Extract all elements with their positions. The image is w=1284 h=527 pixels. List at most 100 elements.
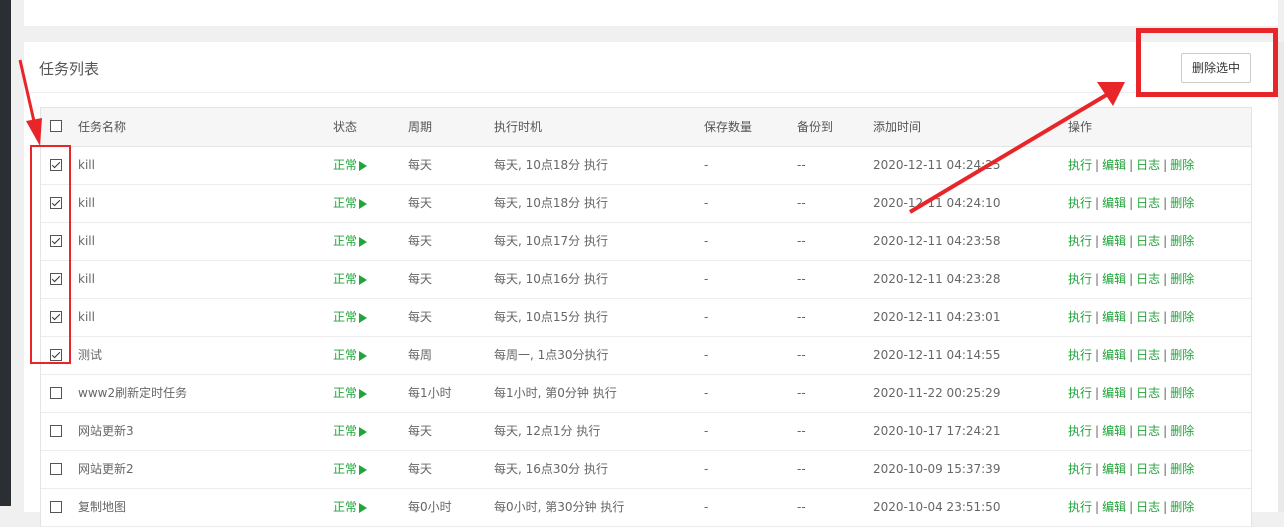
cell-add-time: 2020-12-11 04:23:58: [873, 234, 1001, 248]
cell-cycle: 每天: [408, 310, 433, 324]
row-actions: 执行 | 编辑 | 日志 | 删除: [1068, 261, 1194, 298]
log-link[interactable]: 日志: [1136, 234, 1160, 248]
cell-status[interactable]: 正常: [333, 375, 368, 412]
edit-link[interactable]: 编辑: [1102, 234, 1126, 248]
log-link[interactable]: 日志: [1136, 348, 1160, 362]
cell-backup-to: --: [797, 234, 806, 248]
cell-status[interactable]: 正常: [333, 489, 368, 526]
edit-link[interactable]: 编辑: [1102, 158, 1126, 172]
cell-exec-time: 每1小时, 第0分钟 执行: [494, 386, 617, 400]
delete-link[interactable]: 删除: [1170, 462, 1194, 476]
run-link[interactable]: 执行: [1068, 234, 1092, 248]
cell-add-time: 2020-12-11 04:24:10: [873, 196, 1001, 210]
run-link[interactable]: 执行: [1068, 158, 1092, 172]
separator: |: [1095, 348, 1100, 362]
cell-backup-to: --: [797, 462, 806, 476]
separator: |: [1129, 462, 1134, 476]
run-link[interactable]: 执行: [1068, 272, 1092, 286]
cell-add-time: 2020-12-11 04:23:28: [873, 272, 1001, 286]
table-header: 任务名称 状态 周期 执行时机 保存数量 备份到 添加时间 操作: [41, 108, 1251, 147]
cell-keep-count: -: [704, 158, 709, 172]
row-checkbox[interactable]: [50, 425, 62, 437]
log-link[interactable]: 日志: [1136, 272, 1160, 286]
row-actions: 执行 | 编辑 | 日志 | 删除: [1068, 337, 1194, 374]
annotation-checkbox-highlight: [30, 145, 71, 364]
cell-exec-time: 每天, 10点16分 执行: [494, 272, 608, 286]
row-checkbox[interactable]: [50, 387, 62, 399]
scrollbar[interactable]: [1278, 42, 1284, 512]
edit-link[interactable]: 编辑: [1102, 348, 1126, 362]
log-link[interactable]: 日志: [1136, 310, 1160, 324]
edit-link[interactable]: 编辑: [1102, 196, 1126, 210]
edit-link[interactable]: 编辑: [1102, 500, 1126, 514]
side-dark-strip: [0, 0, 11, 506]
run-link[interactable]: 执行: [1068, 196, 1092, 210]
edit-link[interactable]: 编辑: [1102, 424, 1126, 438]
row-checkbox[interactable]: [50, 501, 62, 513]
separator: |: [1129, 310, 1134, 324]
run-link[interactable]: 执行: [1068, 348, 1092, 362]
log-link[interactable]: 日志: [1136, 158, 1160, 172]
cell-name: kill: [78, 196, 95, 210]
cell-name: kill: [78, 272, 95, 286]
cell-name: kill: [78, 234, 95, 248]
cell-add-time: 2020-12-11 04:23:01: [873, 310, 1001, 324]
row-actions: 执行 | 编辑 | 日志 | 删除: [1068, 489, 1194, 526]
cell-status[interactable]: 正常: [333, 413, 368, 450]
cell-status[interactable]: 正常: [333, 451, 368, 488]
cell-add-time: 2020-10-09 15:37:39: [873, 462, 1001, 476]
separator: |: [1095, 500, 1100, 514]
log-link[interactable]: 日志: [1136, 462, 1160, 476]
delete-link[interactable]: 删除: [1170, 500, 1194, 514]
cell-exec-time: 每0小时, 第30分钟 执行: [494, 500, 625, 514]
cell-cycle: 每天: [408, 462, 433, 476]
separator: |: [1129, 272, 1134, 286]
edit-link[interactable]: 编辑: [1102, 272, 1126, 286]
cell-status[interactable]: 正常: [333, 337, 368, 374]
header-status: 状态: [333, 120, 358, 134]
delete-link[interactable]: 删除: [1170, 234, 1194, 248]
log-link[interactable]: 日志: [1136, 500, 1160, 514]
header-ops: 操作: [1068, 120, 1093, 134]
delete-link[interactable]: 删除: [1170, 348, 1194, 362]
header-keep-count: 保存数量: [704, 120, 753, 134]
table-row: 测试 正常 每周 每周一, 1点30分执行 - -- 2020-12-11 04:14:55…: [41, 337, 1251, 375]
edit-link[interactable]: 编辑: [1102, 386, 1126, 400]
edit-link[interactable]: 编辑: [1102, 310, 1126, 324]
row-checkbox[interactable]: [50, 463, 62, 475]
delete-link[interactable]: 删除: [1170, 272, 1194, 286]
table-row: www2刷新定时任务 正常 每1小时 每1小时, 第0分钟 执行 - -- 2020-11-…: [41, 375, 1251, 413]
cell-status[interactable]: 正常: [333, 185, 368, 222]
cell-exec-time: 每天, 10点18分 执行: [494, 158, 608, 172]
delete-link[interactable]: 删除: [1170, 158, 1194, 172]
run-link[interactable]: 执行: [1068, 310, 1092, 324]
top-panel: [24, 0, 1278, 26]
header-add-time: 添加时间: [873, 120, 922, 134]
run-link[interactable]: 执行: [1068, 386, 1092, 400]
run-link[interactable]: 执行: [1068, 500, 1092, 514]
separator: |: [1095, 196, 1100, 210]
delete-link[interactable]: 删除: [1170, 196, 1194, 210]
separator: |: [1163, 348, 1168, 362]
log-link[interactable]: 日志: [1136, 386, 1160, 400]
separator: |: [1163, 158, 1168, 172]
cell-name: www2刷新定时任务: [78, 386, 188, 400]
delete-link[interactable]: 删除: [1170, 424, 1194, 438]
delete-link[interactable]: 删除: [1170, 386, 1194, 400]
edit-link[interactable]: 编辑: [1102, 462, 1126, 476]
cell-status[interactable]: 正常: [333, 299, 368, 336]
run-link[interactable]: 执行: [1068, 424, 1092, 438]
cell-keep-count: -: [704, 234, 709, 248]
cell-status[interactable]: 正常: [333, 147, 368, 184]
cell-backup-to: --: [797, 386, 806, 400]
delete-link[interactable]: 删除: [1170, 310, 1194, 324]
cell-exec-time: 每天, 16点30分 执行: [494, 462, 608, 476]
separator: |: [1095, 234, 1100, 248]
log-link[interactable]: 日志: [1136, 196, 1160, 210]
select-all-checkbox[interactable]: [50, 120, 62, 132]
cell-status[interactable]: 正常: [333, 223, 368, 260]
cell-status[interactable]: 正常: [333, 261, 368, 298]
run-link[interactable]: 执行: [1068, 462, 1092, 476]
log-link[interactable]: 日志: [1136, 424, 1160, 438]
separator: |: [1163, 272, 1168, 286]
